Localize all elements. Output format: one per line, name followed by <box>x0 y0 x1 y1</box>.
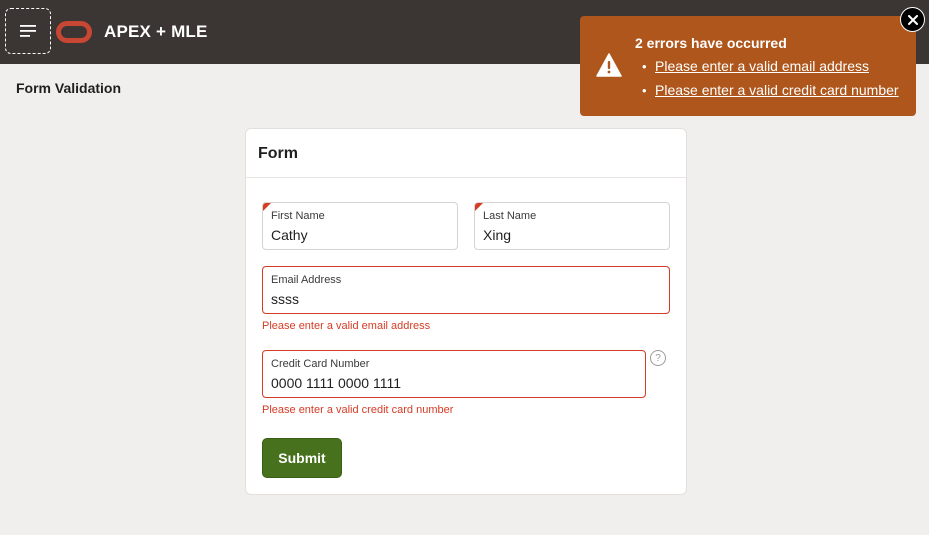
hamburger-menu-icon <box>20 25 36 37</box>
first-name-field[interactable]: First Name Cathy <box>262 202 458 250</box>
email-error-message: Please enter a valid email address <box>262 320 431 332</box>
error-list-item: Please enter a valid credit card number <box>642 82 899 106</box>
menu-button[interactable] <box>5 8 51 54</box>
email-value[interactable]: ssss <box>271 291 299 307</box>
form-card: Form First Name Cathy Last Name Xing Ema… <box>245 128 687 495</box>
required-indicator <box>475 203 483 211</box>
credit-card-error-link[interactable]: Please enter a valid credit card number <box>655 82 899 98</box>
email-error-link[interactable]: Please enter a valid email address <box>655 58 869 74</box>
first-name-value[interactable]: Cathy <box>271 227 308 243</box>
credit-card-value[interactable]: 0000 1111 0000 1111 <box>271 375 401 391</box>
email-field[interactable]: Email Address ssss <box>262 266 670 314</box>
error-list-item: Please enter a valid email address <box>642 58 899 82</box>
credit-card-field[interactable]: Credit Card Number 0000 1111 0000 1111 <box>262 350 646 398</box>
last-name-value[interactable]: Xing <box>483 227 511 243</box>
last-name-field[interactable]: Last Name Xing <box>474 202 670 250</box>
form-title: Form <box>258 145 298 162</box>
last-name-label: Last Name <box>483 210 537 222</box>
close-icon <box>907 14 918 25</box>
notification-title: 2 errors have occurred <box>635 35 787 51</box>
submit-button[interactable]: Submit <box>262 438 342 478</box>
email-label: Email Address <box>271 274 342 286</box>
oracle-logo-icon[interactable] <box>56 21 92 43</box>
close-notification-button[interactable] <box>900 7 925 32</box>
page-title: Form Validation <box>16 80 122 96</box>
first-name-label: First Name <box>271 210 325 222</box>
error-list: Please enter a valid email address Pleas… <box>642 58 899 106</box>
warning-icon <box>596 53 622 77</box>
card-divider <box>246 177 686 178</box>
required-indicator <box>263 203 271 211</box>
app-title[interactable]: APEX + MLE <box>104 22 208 42</box>
help-icon[interactable]: ? <box>650 350 666 366</box>
credit-card-error-message: Please enter a valid credit card number <box>262 404 454 416</box>
error-notification: 2 errors have occurred Please enter a va… <box>580 16 916 116</box>
credit-card-label: Credit Card Number <box>271 358 370 370</box>
